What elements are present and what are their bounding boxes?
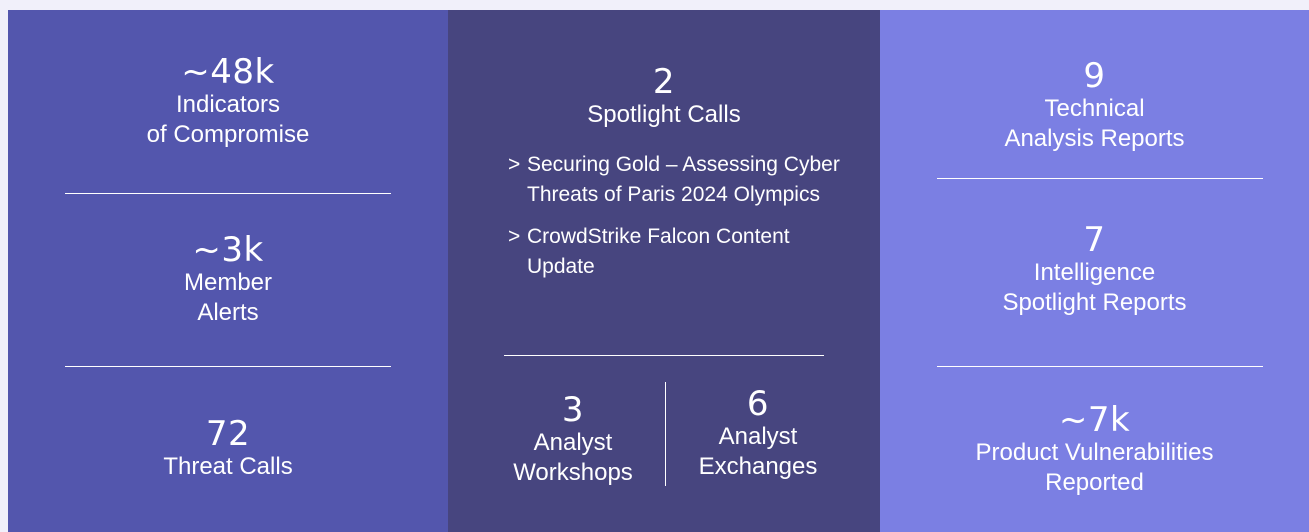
list-item: > CrowdStrike Falcon Content Update bbox=[508, 222, 840, 282]
divider bbox=[504, 355, 824, 356]
stat-label: Spotlight Calls bbox=[587, 101, 741, 128]
divider bbox=[65, 193, 391, 194]
bullet-marker: > bbox=[508, 153, 521, 176]
stat-label-line: Technical bbox=[1044, 95, 1145, 122]
right-stats-panel: 9 Technical Analysis Reports 7 Intellige… bbox=[880, 10, 1309, 532]
stat-value: ~3k bbox=[192, 230, 264, 270]
stat-value: 9 bbox=[1083, 56, 1106, 96]
divider bbox=[65, 366, 391, 367]
stat-label-line: Workshops bbox=[513, 459, 633, 486]
stat-label-line: Reported bbox=[1045, 469, 1144, 496]
stat-product-vulnerabilities-reported: ~7k Product Vulnerabilities Reported bbox=[880, 402, 1309, 498]
stat-spotlight-calls: 2 Spotlight Calls bbox=[448, 64, 880, 130]
stat-indicators-of-compromise: ~48k Indicators of Compromise bbox=[8, 54, 448, 150]
stat-label-line: Indicators bbox=[175, 91, 281, 118]
stat-label-line: Spotlight Reports bbox=[1002, 289, 1187, 316]
list-item: > Securing Gold – Assessing Cyber Threat… bbox=[508, 150, 840, 210]
stat-label-line: Product Vulnerabilities bbox=[975, 439, 1214, 466]
stat-technical-analysis-reports: 9 Technical Analysis Reports bbox=[880, 58, 1309, 154]
stat-intelligence-spotlight-reports: 7 Intelligence Spotlight Reports bbox=[880, 222, 1309, 318]
stat-label-line: Intelligence bbox=[1033, 259, 1156, 286]
stat-value: ~7k bbox=[1058, 400, 1131, 440]
stat-label-line: Member bbox=[183, 269, 273, 296]
stat-member-alerts: ~3k Member Alerts bbox=[8, 232, 448, 328]
spotlight-calls-list: > Securing Gold – Assessing Cyber Threat… bbox=[508, 150, 840, 294]
stat-value: 6 bbox=[746, 384, 770, 424]
vertical-divider bbox=[665, 382, 666, 486]
stat-label-line: Threat Calls bbox=[163, 453, 293, 480]
list-item-text: CrowdStrike Falcon Content Update bbox=[527, 225, 790, 278]
bullet-marker: > bbox=[508, 225, 521, 248]
stat-label-line: Alerts bbox=[197, 299, 259, 326]
stat-value: 72 bbox=[205, 414, 251, 454]
stat-analyst-exchanges: 6 Analyst Exchanges bbox=[668, 386, 848, 482]
stat-analyst-workshops: 3 Analyst Workshops bbox=[483, 392, 663, 488]
stat-label-line: Analyst bbox=[718, 423, 798, 450]
left-stats-panel: ~48k Indicators of Compromise ~3k Member… bbox=[8, 10, 448, 532]
divider bbox=[937, 366, 1263, 367]
stat-value: 3 bbox=[561, 390, 585, 430]
middle-stats-panel: 2 Spotlight Calls > Securing Gold – Asse… bbox=[448, 10, 880, 532]
stat-label-line: Analysis Reports bbox=[1004, 125, 1185, 152]
stat-label-line: Analyst bbox=[533, 429, 613, 456]
stat-value: 7 bbox=[1083, 220, 1106, 260]
list-item-text: Securing Gold – Assessing Cyber Threats … bbox=[527, 153, 840, 206]
stat-label-line: Exchanges bbox=[698, 453, 818, 480]
stat-value: ~48k bbox=[181, 52, 275, 92]
stat-label-line: of Compromise bbox=[146, 121, 310, 148]
stat-value: 2 bbox=[652, 62, 676, 102]
stat-threat-calls: 72 Threat Calls bbox=[8, 416, 448, 482]
divider bbox=[937, 178, 1263, 179]
